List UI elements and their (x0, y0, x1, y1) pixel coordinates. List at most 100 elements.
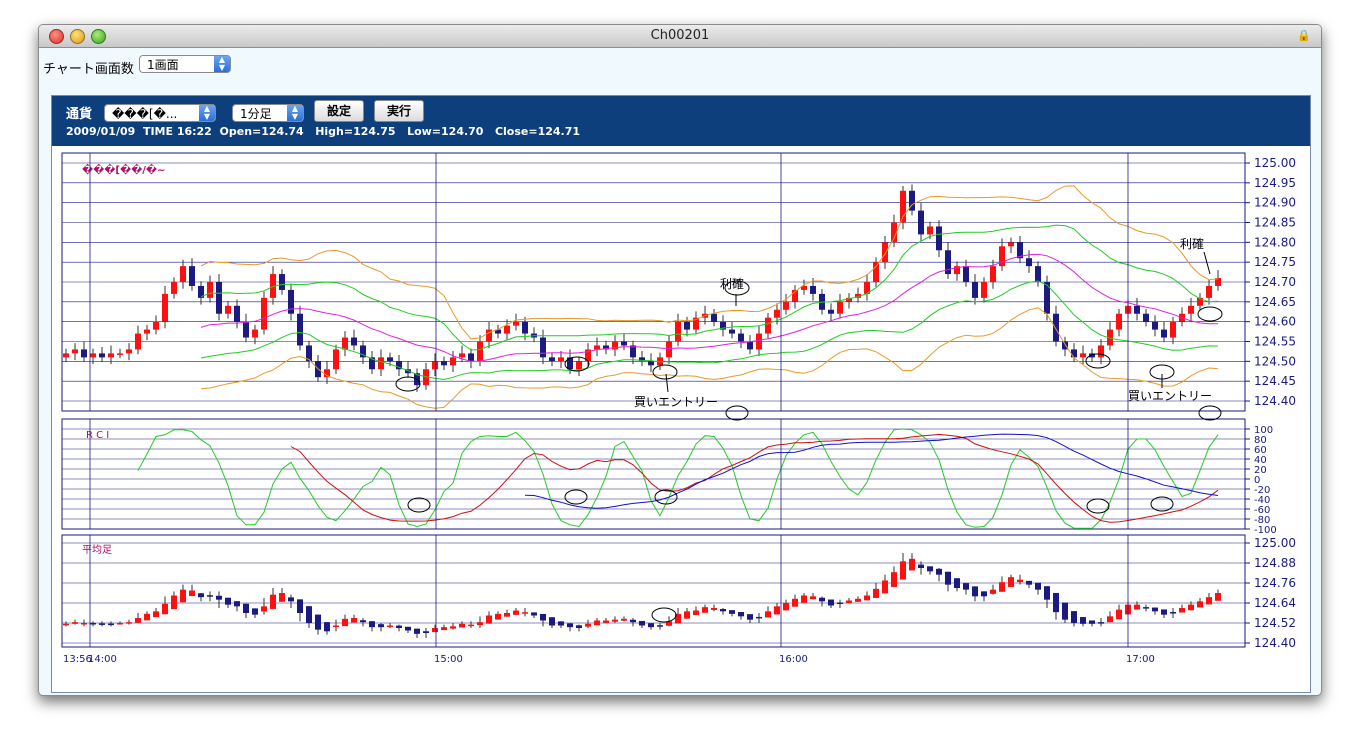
ha-body (945, 571, 951, 585)
candle-body (180, 266, 186, 282)
candle-body (765, 317, 771, 334)
currency-select[interactable]: ���[�... ▲ ▼ (104, 104, 216, 122)
ha-body (117, 623, 123, 625)
ha-body (261, 606, 267, 612)
ha-body (135, 618, 141, 623)
ha-body (297, 599, 303, 613)
currency-select-value: ���[�... (112, 107, 178, 121)
candle-body (207, 282, 213, 298)
candle-body (837, 301, 843, 314)
time-tick-label: 16:00 (779, 654, 808, 665)
ha-body (711, 608, 717, 610)
ha-body (1044, 586, 1050, 600)
ha-chart-title: 平均足 (82, 544, 112, 556)
ha-body (855, 598, 861, 602)
screens-select[interactable]: 1画面 ▲ ▼ (139, 55, 231, 73)
candle-body (81, 349, 87, 358)
ha-body (477, 622, 483, 626)
candle-body (216, 282, 222, 314)
rci-chart-title: R C I (86, 430, 109, 441)
ha-body (1206, 597, 1212, 605)
candle-body (297, 313, 303, 346)
settings-button[interactable]: 設定 (314, 100, 364, 122)
ha-axis-tick-label: 124.64 (1254, 596, 1296, 610)
ha-body (693, 610, 699, 616)
ha-body (702, 607, 708, 613)
ha-body (1089, 620, 1095, 624)
candle-body (387, 357, 393, 362)
ha-body (891, 572, 897, 587)
candle-body (873, 262, 879, 282)
ha-body (630, 619, 636, 623)
run-button[interactable]: 実行 (374, 100, 424, 122)
ha-body (1035, 582, 1041, 590)
candle-body (144, 329, 150, 334)
candle-body (1053, 313, 1059, 342)
ha-body (756, 616, 762, 619)
ha-body (144, 613, 150, 621)
ha-body (657, 625, 663, 627)
ha-body (1107, 616, 1113, 623)
ha-body (198, 593, 204, 598)
ha-body (369, 621, 375, 628)
info-low: Low=124.70 (407, 125, 484, 138)
candle-body (189, 266, 195, 286)
ha-body (405, 626, 411, 631)
ha-body (1170, 612, 1176, 614)
candle-body (684, 321, 690, 330)
price-axis-tick-label: 124.50 (1254, 354, 1296, 368)
ha-body (909, 558, 915, 571)
candle-body (1152, 321, 1158, 330)
time-tick-label: 14:00 (88, 654, 117, 665)
ha-body (963, 583, 969, 590)
candle-body (333, 349, 339, 370)
ha-body (279, 593, 285, 602)
price-axis-tick-label: 124.65 (1254, 295, 1296, 309)
ha-body (225, 597, 231, 605)
price-axis-tick-label: 124.75 (1254, 255, 1296, 269)
timeframe-select[interactable]: 1分足 ▲ ▼ (232, 104, 304, 122)
ha-body (1116, 609, 1122, 620)
ha-body (873, 588, 879, 598)
chart-area[interactable]: ���[��/�~ 125.00 124.95 124.90 124.85 124.80… (52, 148, 1308, 692)
ha-axis-tick-label: 125.00 (1254, 536, 1296, 550)
ha-body (360, 620, 366, 623)
ha-body (1161, 609, 1167, 615)
candle-body (450, 357, 456, 366)
candle-body (810, 285, 816, 294)
candle-body (711, 313, 717, 322)
ha-body (1188, 604, 1194, 611)
ha-body (990, 589, 996, 594)
candle-body (243, 321, 249, 338)
ha-body (450, 626, 456, 629)
ha-body (720, 608, 726, 612)
ha-body (396, 625, 402, 628)
time-tick-label: 15:00 (434, 654, 463, 665)
ha-body (783, 603, 789, 611)
candle-body (558, 357, 564, 362)
heikin-ashi-chart: 平均足 125.00 124.88 124.76 124.64 124.52 124.40 (61, 534, 1296, 650)
ha-body (558, 621, 564, 626)
title-bar[interactable]: Ch00201 🔒 (39, 25, 1321, 48)
candle-body (63, 353, 69, 358)
main-chart-title: ���[��/�~ (82, 163, 165, 176)
candle-body (441, 361, 447, 366)
ha-body (828, 599, 834, 606)
candle-body (747, 341, 753, 350)
ha-body (1008, 577, 1014, 587)
ha-body (729, 610, 735, 614)
candle-body (90, 353, 96, 358)
buy-entry-label-2: 買いエントリー (1128, 389, 1212, 403)
ha-body (153, 611, 159, 618)
chart-panel: 通貨 ���[�... ▲ ▼ 1分足 ▲ ▼ 設定 実行 2009/01/09 T… (51, 95, 1311, 693)
ha-axis-tick-label: 124.76 (1254, 576, 1296, 590)
candle-body (1008, 242, 1014, 247)
price-axis-tick-label: 124.80 (1254, 235, 1296, 249)
ha-body (1197, 601, 1203, 608)
ha-body (1098, 622, 1104, 624)
candle-body (963, 266, 969, 282)
time-tick-label: 17:00 (1126, 654, 1155, 665)
ha-body (81, 623, 87, 625)
candle-body (234, 305, 240, 322)
candle-body (504, 325, 510, 334)
